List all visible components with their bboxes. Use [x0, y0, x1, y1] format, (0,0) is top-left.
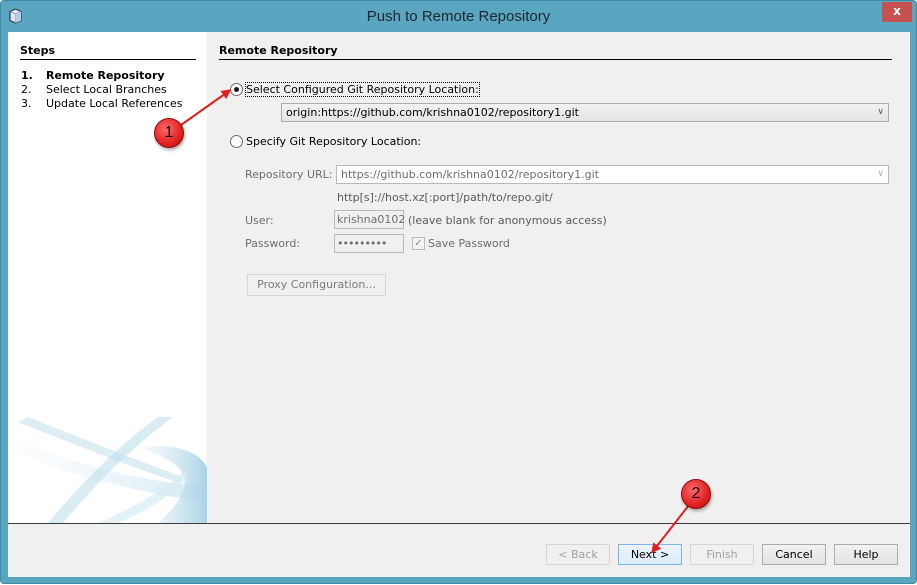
configured-repository-dropdown[interactable]: origin:https://github.com/krishna0102/re…	[281, 103, 889, 122]
repository-url-label: Repository URL:	[245, 168, 333, 181]
radio-label[interactable]: Specify Git Repository Location:	[246, 135, 421, 148]
dialog-client: Steps 1. Remote Repository 2. Select Local…	[8, 32, 910, 577]
password-label: Password:	[245, 237, 301, 250]
chevron-down-icon[interactable]: ∨	[877, 166, 884, 183]
step-update-local-references: 3. Update Local References	[21, 97, 201, 111]
footer-separator	[8, 523, 910, 524]
radio-button-unchecked[interactable]	[230, 134, 243, 148]
title-bar[interactable]: Push to Remote Repository x	[1, 1, 916, 32]
repository-url-value: https://github.com/krishna0102/repositor…	[341, 168, 599, 181]
step-select-local-branches: 2. Select Local Branches	[21, 83, 201, 97]
dialog-window: Push to Remote Repository x Steps 1. Remo…	[0, 0, 917, 584]
step-remote-repository: 1. Remote Repository	[21, 69, 201, 83]
user-hint: (leave blank for anonymous access)	[408, 214, 607, 227]
step-label: Update Local References	[46, 97, 183, 110]
repository-url-dropdown[interactable]: https://github.com/krishna0102/repositor…	[336, 165, 889, 184]
step-label: Remote Repository	[46, 69, 165, 82]
proxy-configuration-button[interactable]: Proxy Configuration...	[247, 274, 386, 296]
steps-pane: Steps 1. Remote Repository 2. Select Local…	[8, 32, 207, 523]
checkmark-icon: ✓	[414, 238, 423, 249]
steps-list: 1. Remote Repository 2. Select Local Branc…	[21, 69, 201, 111]
save-password-checkbox[interactable]: ✓	[412, 237, 425, 250]
repository-url-hint: http[s]://host.xz[:port]/path/to/repo.gi…	[337, 191, 553, 204]
finish-button[interactable]: Finish	[690, 544, 754, 565]
save-password-label[interactable]: Save Password	[428, 237, 510, 250]
decorative-swoosh-graphic	[13, 417, 207, 523]
section-header: Remote Repository	[219, 44, 892, 60]
dropdown-value: origin:https://github.com/krishna0102/re…	[286, 106, 579, 119]
chevron-down-icon[interactable]: ∨	[877, 104, 884, 121]
steps-header: Steps	[20, 44, 196, 60]
password-field[interactable]: •••••••••	[334, 234, 404, 253]
step-number: 1.	[21, 69, 33, 82]
step-label: Select Local Branches	[46, 83, 167, 96]
help-button[interactable]: Help	[834, 544, 898, 565]
radio-label[interactable]: Select Configured Git Repository Locatio…	[245, 81, 480, 97]
user-label: User:	[245, 214, 274, 227]
content-pane: Remote Repository Select Configured Git …	[207, 32, 910, 523]
next-button[interactable]: Next >	[618, 544, 682, 565]
window-title: Push to Remote Repository	[366, 8, 551, 25]
callout-badge-2: 2	[681, 479, 711, 509]
close-button[interactable]: x	[882, 2, 912, 22]
step-number: 2.	[21, 83, 32, 96]
callout-badge-1: 1	[154, 118, 184, 148]
radio-configured-location[interactable]: Select Configured Git Repository Locatio…	[230, 81, 480, 97]
cancel-button[interactable]: Cancel	[762, 544, 826, 565]
radio-button-checked[interactable]	[230, 82, 243, 96]
step-number: 3.	[21, 97, 32, 110]
user-field[interactable]: krishna0102	[334, 210, 405, 229]
back-button[interactable]: < Back	[546, 544, 610, 565]
radio-specify-location[interactable]: Specify Git Repository Location:	[230, 133, 421, 149]
